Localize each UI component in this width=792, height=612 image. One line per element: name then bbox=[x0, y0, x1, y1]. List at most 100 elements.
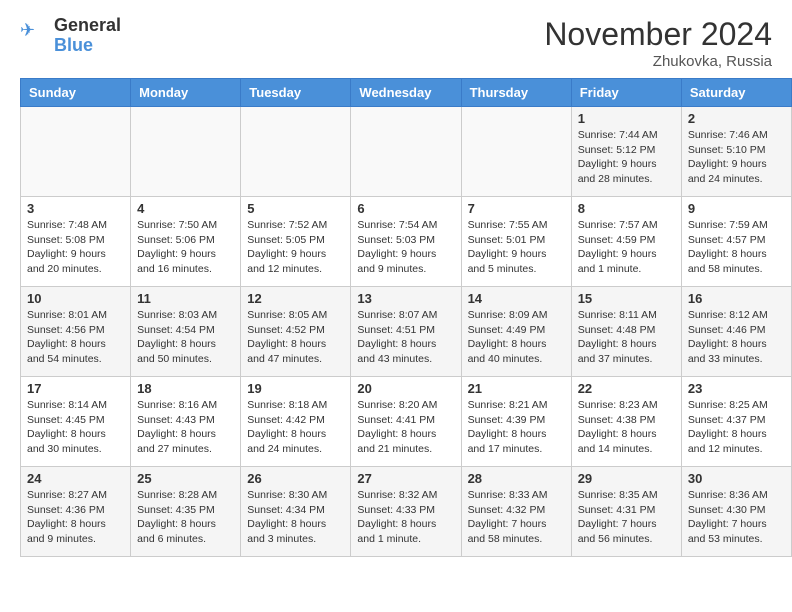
day-number: 26 bbox=[247, 471, 344, 486]
day-info: Sunrise: 8:20 AM Sunset: 4:41 PM Dayligh… bbox=[357, 398, 454, 457]
calendar-cell: 27Sunrise: 8:32 AM Sunset: 4:33 PM Dayli… bbox=[351, 467, 461, 557]
calendar-cell: 13 Sunrise: 8:07 AM Sunset: 4:51 PM Dayli… bbox=[351, 287, 461, 377]
calendar-cell: 8Sunrise: 7:57 AM Sunset: 4:59 PM Daylig… bbox=[571, 197, 681, 287]
day-number: 9 bbox=[688, 201, 785, 216]
col-header-tuesday: Tuesday bbox=[241, 79, 351, 107]
day-number: 11 bbox=[137, 291, 234, 306]
svg-text:✈: ✈ bbox=[20, 21, 35, 40]
calendar-cell: 12 Sunrise: 8:05 AM Sunset: 4:52 PM Dayli… bbox=[241, 287, 351, 377]
day-number: 25 bbox=[137, 471, 234, 486]
day-info: Sunrise: 8:12 AM Sunset: 4:46 PM Dayligh… bbox=[688, 308, 785, 367]
day-number: 17 bbox=[27, 381, 124, 396]
day-number: 7 bbox=[468, 201, 565, 216]
day-info: Sunrise: 8:07 AM Sunset: 4:51 PM Dayligh… bbox=[357, 308, 454, 367]
calendar-cell: 25Sunrise: 8:28 AM Sunset: 4:35 PM Dayli… bbox=[131, 467, 241, 557]
calendar-cell: 11 Sunrise: 8:03 AM Sunset: 4:54 PM Dayli… bbox=[131, 287, 241, 377]
calendar-cell bbox=[131, 107, 241, 197]
day-number: 23 bbox=[688, 381, 785, 396]
day-info: Sunrise: 7:50 AM Sunset: 5:06 PM Dayligh… bbox=[137, 218, 234, 277]
day-number: 12 bbox=[247, 291, 344, 306]
day-number: 20 bbox=[357, 381, 454, 396]
calendar-cell: 17Sunrise: 8:14 AM Sunset: 4:45 PM Dayli… bbox=[21, 377, 131, 467]
calendar-cell: 30Sunrise: 8:36 AM Sunset: 4:30 PM Dayli… bbox=[681, 467, 791, 557]
calendar-cell: 15 Sunrise: 8:11 AM Sunset: 4:48 PM Dayli… bbox=[571, 287, 681, 377]
calendar-wrapper: SundayMondayTuesdayWednesdayThursdayFrid… bbox=[0, 78, 792, 567]
calendar-cell: 14 Sunrise: 8:09 AM Sunset: 4:49 PM Dayli… bbox=[461, 287, 571, 377]
calendar-cell: 26 Sunrise: 8:30 AM Sunset: 4:34 PM Dayli… bbox=[241, 467, 351, 557]
day-number: 24 bbox=[27, 471, 124, 486]
day-number: 8 bbox=[578, 201, 675, 216]
calendar-cell: 21 Sunrise: 8:21 AM Sunset: 4:39 PM Dayli… bbox=[461, 377, 571, 467]
logo-text: General Blue bbox=[54, 16, 121, 56]
calendar-cell: 20 Sunrise: 8:20 AM Sunset: 4:41 PM Dayli… bbox=[351, 377, 461, 467]
col-header-monday: Monday bbox=[131, 79, 241, 107]
day-info: Sunrise: 8:01 AM Sunset: 4:56 PM Dayligh… bbox=[27, 308, 124, 367]
day-info: Sunrise: 8:21 AM Sunset: 4:39 PM Dayligh… bbox=[468, 398, 565, 457]
calendar-cell bbox=[21, 107, 131, 197]
calendar-week-1: 1Sunrise: 7:44 AM Sunset: 5:12 PM Daylig… bbox=[21, 107, 792, 197]
col-header-wednesday: Wednesday bbox=[351, 79, 461, 107]
calendar-cell: 16Sunrise: 8:12 AM Sunset: 4:46 PM Dayli… bbox=[681, 287, 791, 377]
day-info: Sunrise: 7:59 AM Sunset: 4:57 PM Dayligh… bbox=[688, 218, 785, 277]
col-header-friday: Friday bbox=[571, 79, 681, 107]
calendar-cell: 1Sunrise: 7:44 AM Sunset: 5:12 PM Daylig… bbox=[571, 107, 681, 197]
day-info: Sunrise: 8:23 AM Sunset: 4:38 PM Dayligh… bbox=[578, 398, 675, 457]
day-info: Sunrise: 8:25 AM Sunset: 4:37 PM Dayligh… bbox=[688, 398, 785, 457]
day-number: 5 bbox=[247, 201, 344, 216]
day-number: 30 bbox=[688, 471, 785, 486]
page-header: ✈ General Blue November 2024 Zhukovka, R… bbox=[0, 0, 792, 78]
day-number: 15 bbox=[578, 291, 675, 306]
day-number: 28 bbox=[468, 471, 565, 486]
day-info: Sunrise: 7:52 AM Sunset: 5:05 PM Dayligh… bbox=[247, 218, 344, 277]
logo-icon: ✈ bbox=[20, 21, 50, 51]
calendar-cell: 4 Sunrise: 7:50 AM Sunset: 5:06 PM Daylig… bbox=[131, 197, 241, 287]
calendar-cell: 18 Sunrise: 8:16 AM Sunset: 4:43 PM Dayli… bbox=[131, 377, 241, 467]
col-header-saturday: Saturday bbox=[681, 79, 791, 107]
calendar-cell bbox=[241, 107, 351, 197]
day-number: 4 bbox=[137, 201, 234, 216]
logo: ✈ General Blue bbox=[20, 16, 121, 56]
calendar-cell: 23 Sunrise: 8:25 AM Sunset: 4:37 PM Dayli… bbox=[681, 377, 791, 467]
day-info: Sunrise: 8:16 AM Sunset: 4:43 PM Dayligh… bbox=[137, 398, 234, 457]
calendar-week-4: 17Sunrise: 8:14 AM Sunset: 4:45 PM Dayli… bbox=[21, 377, 792, 467]
calendar-cell: 9 Sunrise: 7:59 AM Sunset: 4:57 PM Daylig… bbox=[681, 197, 791, 287]
calendar-header: SundayMondayTuesdayWednesdayThursdayFrid… bbox=[21, 79, 792, 107]
day-number: 21 bbox=[468, 381, 565, 396]
calendar-week-3: 10 Sunrise: 8:01 AM Sunset: 4:56 PM Dayli… bbox=[21, 287, 792, 377]
day-number: 10 bbox=[27, 291, 124, 306]
day-info: Sunrise: 8:09 AM Sunset: 4:49 PM Dayligh… bbox=[468, 308, 565, 367]
day-info: Sunrise: 8:05 AM Sunset: 4:52 PM Dayligh… bbox=[247, 308, 344, 367]
col-header-sunday: Sunday bbox=[21, 79, 131, 107]
calendar-cell: 6Sunrise: 7:54 AM Sunset: 5:03 PM Daylig… bbox=[351, 197, 461, 287]
day-number: 18 bbox=[137, 381, 234, 396]
day-info: Sunrise: 8:03 AM Sunset: 4:54 PM Dayligh… bbox=[137, 308, 234, 367]
day-info: Sunrise: 8:27 AM Sunset: 4:36 PM Dayligh… bbox=[27, 488, 124, 547]
day-number: 1 bbox=[578, 111, 675, 126]
day-info: Sunrise: 7:48 AM Sunset: 5:08 PM Dayligh… bbox=[27, 218, 124, 277]
day-info: Sunrise: 8:18 AM Sunset: 4:42 PM Dayligh… bbox=[247, 398, 344, 457]
day-info: Sunrise: 8:30 AM Sunset: 4:34 PM Dayligh… bbox=[247, 488, 344, 547]
calendar-table: SundayMondayTuesdayWednesdayThursdayFrid… bbox=[20, 78, 792, 557]
calendar-week-5: 24 Sunrise: 8:27 AM Sunset: 4:36 PM Dayli… bbox=[21, 467, 792, 557]
day-number: 13 bbox=[357, 291, 454, 306]
calendar-cell: 24 Sunrise: 8:27 AM Sunset: 4:36 PM Dayli… bbox=[21, 467, 131, 557]
day-info: Sunrise: 7:46 AM Sunset: 5:10 PM Dayligh… bbox=[688, 128, 785, 187]
calendar-cell: 7 Sunrise: 7:55 AM Sunset: 5:01 PM Daylig… bbox=[461, 197, 571, 287]
day-number: 14 bbox=[468, 291, 565, 306]
day-number: 3 bbox=[27, 201, 124, 216]
day-number: 29 bbox=[578, 471, 675, 486]
calendar-cell: 2Sunrise: 7:46 AM Sunset: 5:10 PM Daylig… bbox=[681, 107, 791, 197]
calendar-week-2: 3 Sunrise: 7:48 AM Sunset: 5:08 PM Daylig… bbox=[21, 197, 792, 287]
day-info: Sunrise: 7:54 AM Sunset: 5:03 PM Dayligh… bbox=[357, 218, 454, 277]
month-title: November 2024 bbox=[544, 16, 772, 53]
day-info: Sunrise: 8:11 AM Sunset: 4:48 PM Dayligh… bbox=[578, 308, 675, 367]
day-number: 22 bbox=[578, 381, 675, 396]
calendar-cell: 22 Sunrise: 8:23 AM Sunset: 4:38 PM Dayli… bbox=[571, 377, 681, 467]
day-number: 27 bbox=[357, 471, 454, 486]
calendar-cell: 28 Sunrise: 8:33 AM Sunset: 4:32 PM Dayli… bbox=[461, 467, 571, 557]
day-info: Sunrise: 8:35 AM Sunset: 4:31 PM Dayligh… bbox=[578, 488, 675, 547]
day-info: Sunrise: 7:55 AM Sunset: 5:01 PM Dayligh… bbox=[468, 218, 565, 277]
calendar-cell: 10 Sunrise: 8:01 AM Sunset: 4:56 PM Dayli… bbox=[21, 287, 131, 377]
day-info: Sunrise: 8:33 AM Sunset: 4:32 PM Dayligh… bbox=[468, 488, 565, 547]
calendar-cell bbox=[461, 107, 571, 197]
